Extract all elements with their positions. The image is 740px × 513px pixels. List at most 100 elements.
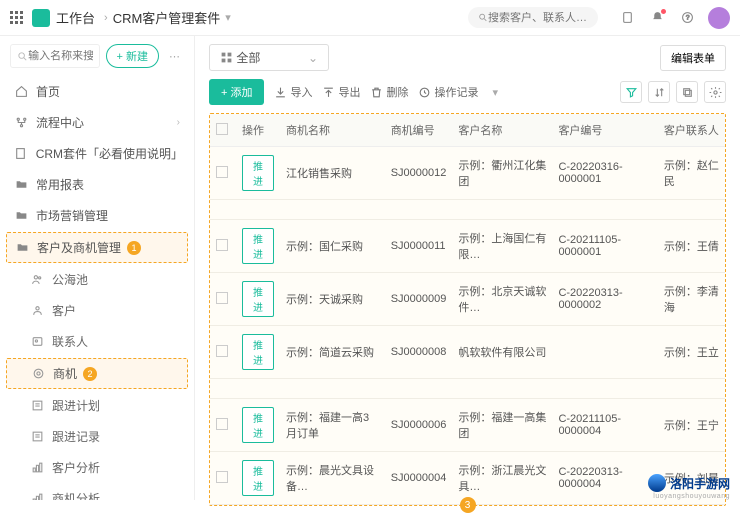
col-op: 操作 — [236, 114, 280, 147]
nav-flow-center[interactable]: 流程中心› — [0, 107, 194, 138]
workspace-label[interactable]: 工作台 — [56, 8, 95, 27]
flow-icon — [14, 116, 28, 129]
cell-opp-no: SJ0000011 — [385, 220, 453, 273]
add-button[interactable]: + 添加 — [209, 79, 264, 105]
cell-opp-no: SJ0000012 — [385, 147, 453, 200]
global-search[interactable] — [468, 7, 598, 28]
sidebar: + 新建 ⋯ 首页 流程中心› CRM套件「必看使用说明」 常用报表 市场营销管… — [0, 36, 195, 500]
table-row[interactable]: 推进 示例：国仁采购 SJ0000011 示例：上海国仁有限… C-202111… — [210, 220, 725, 273]
nav-crm-kit[interactable]: CRM套件「必看使用说明」 — [0, 138, 194, 169]
nav-opp-analysis[interactable]: 商机分析 — [0, 483, 194, 500]
settings-button[interactable] — [704, 81, 726, 103]
table-row[interactable]: 推进 江化销售采购 SJ0000012 示例：衢州江化集团 C-20220316… — [210, 147, 725, 200]
cell-opp-name: 示例：福建一高3月订单 — [280, 399, 385, 452]
table-row[interactable]: 推进 示例：简道云采购 SJ0000008 帆软软件有限公司 示例：王立 — [210, 326, 725, 379]
app-logo — [32, 9, 50, 27]
gear-icon — [709, 86, 722, 99]
svg-text:?: ? — [685, 15, 689, 22]
cell-contact: 示例：李清海 — [658, 273, 725, 326]
doc-icon — [14, 147, 28, 160]
cell-cust-no — [552, 326, 657, 379]
delete-button[interactable]: 删除 — [370, 84, 408, 100]
suite-title[interactable]: CRM客户管理套件 — [113, 8, 221, 27]
row-checkbox[interactable] — [216, 345, 228, 357]
row-checkbox[interactable] — [216, 471, 228, 483]
badge-2: 2 — [83, 367, 97, 381]
push-button[interactable]: 推进 — [242, 407, 274, 443]
checkbox-all[interactable] — [216, 123, 228, 135]
more-icon[interactable]: ⋯ — [165, 50, 184, 63]
nav-cust-opportunity-mgmt[interactable]: 客户及商机管理1 — [6, 232, 188, 263]
col-opp-name[interactable]: 商机名称 — [280, 114, 385, 147]
push-button[interactable]: 推进 — [242, 228, 274, 264]
nav-marketing[interactable]: 市场营销管理 — [0, 200, 194, 231]
push-button[interactable]: 推进 — [242, 460, 274, 496]
cell-cust-name: 帆软软件有限公司 — [452, 326, 552, 379]
cell-opp-no: SJ0000004 — [385, 452, 453, 505]
col-opp-no[interactable]: 商机编号 — [385, 114, 453, 147]
row-checkbox[interactable] — [216, 166, 228, 178]
cell-opp-name: 示例：天诚采购 — [280, 273, 385, 326]
download-icon — [274, 86, 287, 99]
user-avatar[interactable] — [708, 7, 730, 29]
nav-pool[interactable]: 公海池 — [0, 264, 194, 295]
trash-icon — [370, 86, 383, 99]
col-cust-no[interactable]: 客户编号 — [552, 114, 657, 147]
person-icon — [30, 304, 44, 317]
sidebar-search[interactable] — [10, 44, 100, 68]
bell-icon[interactable] — [646, 7, 668, 29]
table-row[interactable]: 推进 示例：福建一高3月订单 SJ0000006 示例：福建一高集团 C-202… — [210, 399, 725, 452]
push-button[interactable]: 推进 — [242, 281, 274, 317]
sort-button[interactable] — [648, 81, 670, 103]
push-button[interactable]: 推进 — [242, 155, 274, 191]
copy-icon — [681, 86, 694, 99]
notebook-icon[interactable] — [616, 7, 638, 29]
chevron-down-icon[interactable]: ▾ — [225, 11, 231, 24]
list-icon — [30, 399, 44, 412]
import-button[interactable]: 导入 — [274, 84, 312, 100]
history-icon — [418, 86, 431, 99]
nav-contact[interactable]: 联系人 — [0, 326, 194, 357]
global-search-input[interactable] — [488, 12, 588, 24]
nav-cust-analysis[interactable]: 客户分析 — [0, 452, 194, 483]
sort-icon — [653, 86, 666, 99]
cell-opp-no: SJ0000006 — [385, 399, 453, 452]
folder-open-icon — [15, 241, 29, 254]
list-icon — [30, 430, 44, 443]
folder-icon — [14, 209, 28, 222]
edit-form-button[interactable]: 编辑表单 — [660, 45, 726, 71]
apps-grid-icon[interactable] — [10, 11, 24, 25]
chevron-right-icon: › — [177, 117, 180, 128]
cell-cust-name: 示例：上海国仁有限… — [452, 220, 552, 273]
export-button[interactable]: 导出 — [322, 84, 360, 100]
row-checkbox[interactable] — [216, 239, 228, 251]
nav-opportunity[interactable]: 商机2 — [6, 358, 188, 389]
push-button[interactable]: 推进 — [242, 334, 274, 370]
col-contact[interactable]: 客户联系人 — [658, 114, 725, 147]
sidebar-search-input[interactable] — [28, 50, 92, 62]
watermark-sub: luoyangshouyouwang — [653, 493, 730, 500]
row-checkbox[interactable] — [216, 418, 228, 430]
nav-customer[interactable]: 客户 — [0, 295, 194, 326]
new-button[interactable]: + 新建 — [106, 44, 159, 68]
nav-home[interactable]: 首页 — [0, 76, 194, 107]
main-content: 全部⌄ 编辑表单 + 添加 导入 导出 删除 操作记录 ▾ 操作 商机名称 — [195, 36, 740, 500]
filter-button[interactable] — [620, 81, 642, 103]
row-checkbox[interactable] — [216, 292, 228, 304]
upload-icon — [322, 86, 335, 99]
cell-contact: 示例：王立 — [658, 326, 725, 379]
nav-follow-plan[interactable]: 跟进计划 — [0, 390, 194, 421]
oplog-button[interactable]: 操作记录 ▾ — [418, 84, 503, 100]
cell-cust-no: C-20220313-0000002 — [552, 273, 657, 326]
view-dropdown[interactable]: 全部⌄ — [209, 44, 329, 71]
cell-opp-no: SJ0000009 — [385, 273, 453, 326]
copy-button[interactable] — [676, 81, 698, 103]
badge-1: 1 — [127, 241, 141, 255]
nav-common-report[interactable]: 常用报表 — [0, 169, 194, 200]
contact-icon — [30, 335, 44, 348]
table-row[interactable]: 推进 示例：天诚采购 SJ0000009 示例：北京天诚软件… C-202203… — [210, 273, 725, 326]
cell-contact: 示例：王宁 — [658, 399, 725, 452]
nav-follow-record[interactable]: 跟进记录 — [0, 421, 194, 452]
help-icon[interactable]: ? — [676, 7, 698, 29]
col-cust-name[interactable]: 客户名称 — [452, 114, 552, 147]
